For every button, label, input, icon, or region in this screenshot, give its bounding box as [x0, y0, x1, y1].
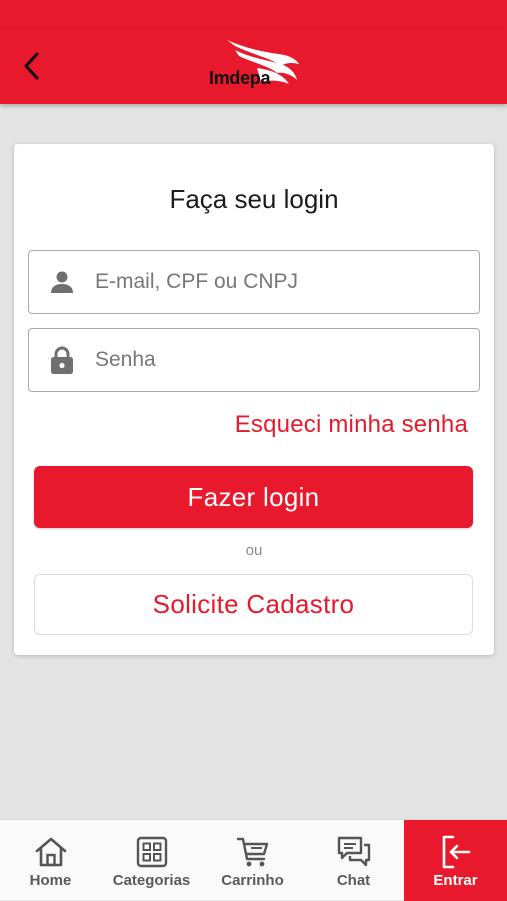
lock-icon	[29, 328, 95, 392]
email-input[interactable]	[95, 262, 465, 302]
login-icon	[441, 832, 471, 872]
tab-home-label: Home	[29, 872, 72, 889]
tab-chat-label: Chat	[336, 872, 371, 889]
person-icon	[29, 250, 95, 314]
brand-logo: Imdepa	[205, 38, 305, 94]
home-icon	[34, 832, 68, 872]
login-card: Faça seu login Esqueci minha senha Fazer…	[14, 144, 494, 655]
login-title: Faça seu login	[169, 184, 339, 214]
logo-text: Imdepa	[209, 68, 271, 88]
tab-entrar-label: Entrar	[433, 872, 478, 889]
tab-home[interactable]: Home	[0, 820, 101, 901]
password-input[interactable]	[95, 340, 465, 380]
forgot-password-link[interactable]: Esqueci minha senha	[235, 411, 468, 439]
tab-categorias-label: Categorias	[112, 872, 191, 889]
password-field[interactable]	[28, 328, 480, 392]
tab-categorias[interactable]: Categorias	[101, 820, 202, 901]
or-separator: ou	[245, 542, 263, 559]
chevron-left-icon	[24, 52, 39, 80]
tab-carrinho[interactable]: Carrinho	[202, 820, 303, 901]
back-button[interactable]	[14, 48, 50, 84]
login-button[interactable]: Fazer login	[34, 466, 473, 528]
email-field[interactable]	[28, 250, 480, 314]
app-header: Imdepa	[0, 28, 507, 104]
register-button[interactable]: Solicite Cadastro	[34, 574, 473, 635]
status-bar	[0, 0, 507, 28]
bottom-tab-bar: Home Categorias Carrinho Chat Entrar	[0, 819, 507, 901]
chat-icon	[337, 832, 371, 872]
tab-carrinho-label: Carrinho	[221, 872, 284, 889]
cart-icon	[236, 832, 270, 872]
grid-icon	[136, 832, 168, 872]
tab-entrar[interactable]: Entrar	[404, 820, 507, 901]
tab-chat[interactable]: Chat	[303, 820, 404, 901]
